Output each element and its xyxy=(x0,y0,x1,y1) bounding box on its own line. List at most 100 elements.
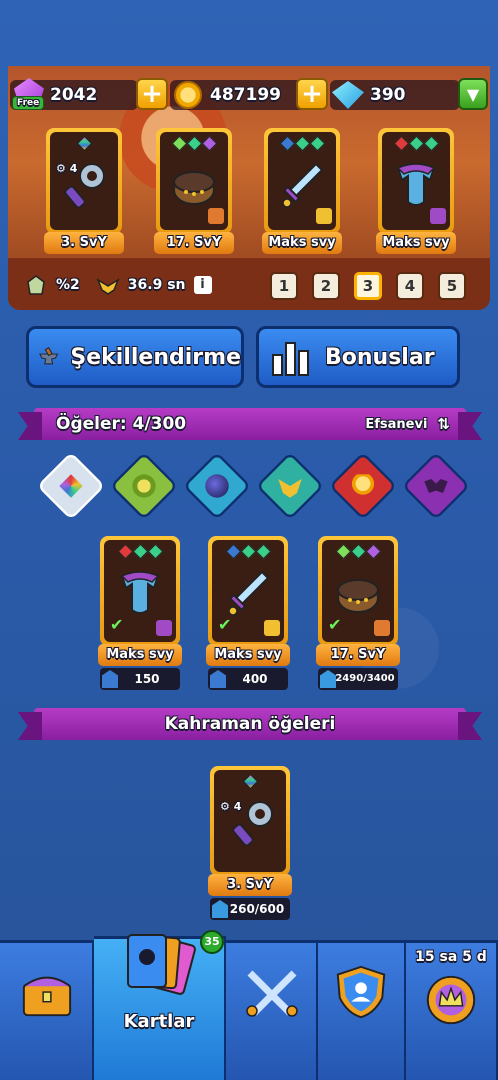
star-badge-icon xyxy=(316,208,332,224)
nature-filter-icon[interactable] xyxy=(109,451,179,521)
guardian-icon xyxy=(27,275,45,295)
armor-icon xyxy=(396,163,436,206)
page-tab-4[interactable]: 4 xyxy=(396,272,424,300)
all-filter-icon[interactable] xyxy=(36,451,106,521)
equipped-slot-4[interactable]: Maks svy xyxy=(376,128,456,256)
cards-count-badge: 35 xyxy=(200,930,224,954)
level-label: Maks svy xyxy=(206,644,290,666)
check-icon: ✔ xyxy=(110,615,124,634)
bonuses-label: Bonuslar xyxy=(325,344,435,370)
event-timer: 15 sa 5 d xyxy=(415,949,487,965)
clan-shield-icon xyxy=(336,965,386,1019)
bulb-filter-icon[interactable] xyxy=(328,451,398,521)
crown-badge-icon xyxy=(426,975,476,1025)
check-icon: ✔ xyxy=(328,615,342,634)
upgrade-arrow-icon xyxy=(320,670,336,688)
gem-teal-icon xyxy=(408,135,424,152)
equipped-slot-3[interactable]: Maks svy xyxy=(262,128,342,256)
level-label: 3. SvY xyxy=(44,232,124,254)
gem-teal-icon xyxy=(423,135,439,152)
count-value: 260/600 xyxy=(229,902,285,916)
bat-filter-icon[interactable] xyxy=(401,451,471,521)
count-value: 2490/3400 xyxy=(335,673,395,684)
multicolor-gem-icon xyxy=(242,773,258,790)
level-label: Maks svy xyxy=(98,644,182,666)
sort-label: Efsanevi xyxy=(365,416,428,432)
currency-bar: Free 2042 + 487199 + 390 ▼ xyxy=(10,78,490,112)
time-stat: 36.9 sn xyxy=(127,277,186,293)
percent-stat: %2 xyxy=(56,277,80,293)
loadout-pages: 1 2 3 4 5 xyxy=(270,272,466,300)
items-count: Öğeler: 4/300 xyxy=(56,414,187,434)
add-gems-button[interactable]: + xyxy=(136,78,168,110)
count-value: 150 xyxy=(134,672,160,686)
shard-icon xyxy=(102,670,118,688)
stats-row: %2 36.9 sn i xyxy=(24,274,212,296)
multicolor-gem-icon xyxy=(76,135,92,152)
page-tab-3[interactable]: 3 xyxy=(354,272,382,300)
gem-teal-icon xyxy=(309,135,325,152)
count-bar: 150 xyxy=(100,668,180,690)
fire-badge-icon xyxy=(374,620,390,636)
page-tab-5[interactable]: 5 xyxy=(438,272,466,300)
gem-green-icon xyxy=(335,543,351,560)
hero-item-card-wrench[interactable]: ⚙ 4 3. SvY 260/600 xyxy=(208,766,292,922)
sword-icon xyxy=(282,162,324,208)
item-card-sword[interactable]: ✔ Maks svy 400 xyxy=(206,536,290,692)
nav-cards[interactable]: Kartlar xyxy=(94,934,226,1080)
count-bar: 400 xyxy=(208,668,288,690)
gem-teal-icon xyxy=(255,543,271,560)
drum-icon xyxy=(337,579,379,613)
nav-events[interactable]: 15 sa 5 d xyxy=(406,940,498,1080)
gem-blue-icon xyxy=(279,135,295,152)
nav-shop[interactable] xyxy=(0,940,94,1080)
level-label: 17. SvY xyxy=(316,644,400,666)
hero-items-header: Kahraman öğeleri xyxy=(34,708,466,740)
armor-icon xyxy=(120,571,160,614)
gem-purple-icon xyxy=(365,543,381,560)
gem-teal-icon xyxy=(132,543,148,560)
fire-badge-icon xyxy=(208,208,224,224)
gem-teal-icon xyxy=(147,543,163,560)
filter-row xyxy=(36,451,471,521)
item-card-armor[interactable]: ✔ Maks svy 150 xyxy=(98,536,182,692)
nav-cards-label: Kartlar xyxy=(123,1011,195,1032)
equipped-slot-2[interactable]: 17. SvY xyxy=(154,128,234,256)
gem-teal-icon xyxy=(350,543,366,560)
anvil-icon xyxy=(39,347,59,365)
coins-pill: 487199 xyxy=(170,80,310,110)
add-coins-button[interactable]: + xyxy=(296,78,328,110)
eagle-filter-icon[interactable] xyxy=(255,451,325,521)
level-label: Maks svy xyxy=(262,232,342,254)
hero-items-title: Kahraman öğeleri xyxy=(164,714,336,734)
info-button[interactable]: i xyxy=(193,276,212,294)
item-card-drum[interactable]: ✔ 17. SvY 2490/3400 xyxy=(316,536,400,692)
gems-pill: Free 2042 xyxy=(10,78,138,110)
eagle-icon xyxy=(96,278,120,295)
page-tab-2[interactable]: 2 xyxy=(312,272,340,300)
page-tab-1[interactable]: 1 xyxy=(270,272,298,300)
chevron-down-icon[interactable]: ▼ xyxy=(458,78,488,110)
bar-chart-icon xyxy=(272,342,309,376)
free-badge: Free xyxy=(12,96,45,110)
wrench-icon xyxy=(232,801,273,847)
cards-icon xyxy=(127,934,196,995)
forge-button[interactable]: Şekillendirme xyxy=(26,326,244,388)
count-value: 400 xyxy=(242,672,268,686)
count-bar: 2490/3400 xyxy=(318,668,398,690)
nav-clan[interactable] xyxy=(318,940,406,1080)
check-icon: ✔ xyxy=(218,615,232,634)
forge-label: Şekillendirme xyxy=(70,344,241,370)
crystals-pill: 390 xyxy=(330,80,460,110)
nav-battle[interactable] xyxy=(226,940,318,1080)
bonuses-button[interactable]: Bonuslar xyxy=(256,326,460,388)
coin-icon xyxy=(174,81,202,109)
ball-filter-icon[interactable] xyxy=(182,451,252,521)
equipped-slot-1[interactable]: ⚙ 4 3. SvY xyxy=(44,128,124,256)
chest-icon xyxy=(22,976,72,1017)
gem-blue-icon xyxy=(225,543,241,560)
gem-teal-icon xyxy=(186,135,202,152)
crossed-swords-icon xyxy=(246,970,298,1017)
sword-icon xyxy=(228,570,270,616)
sort-icon[interactable]: ⇅ xyxy=(437,415,450,433)
